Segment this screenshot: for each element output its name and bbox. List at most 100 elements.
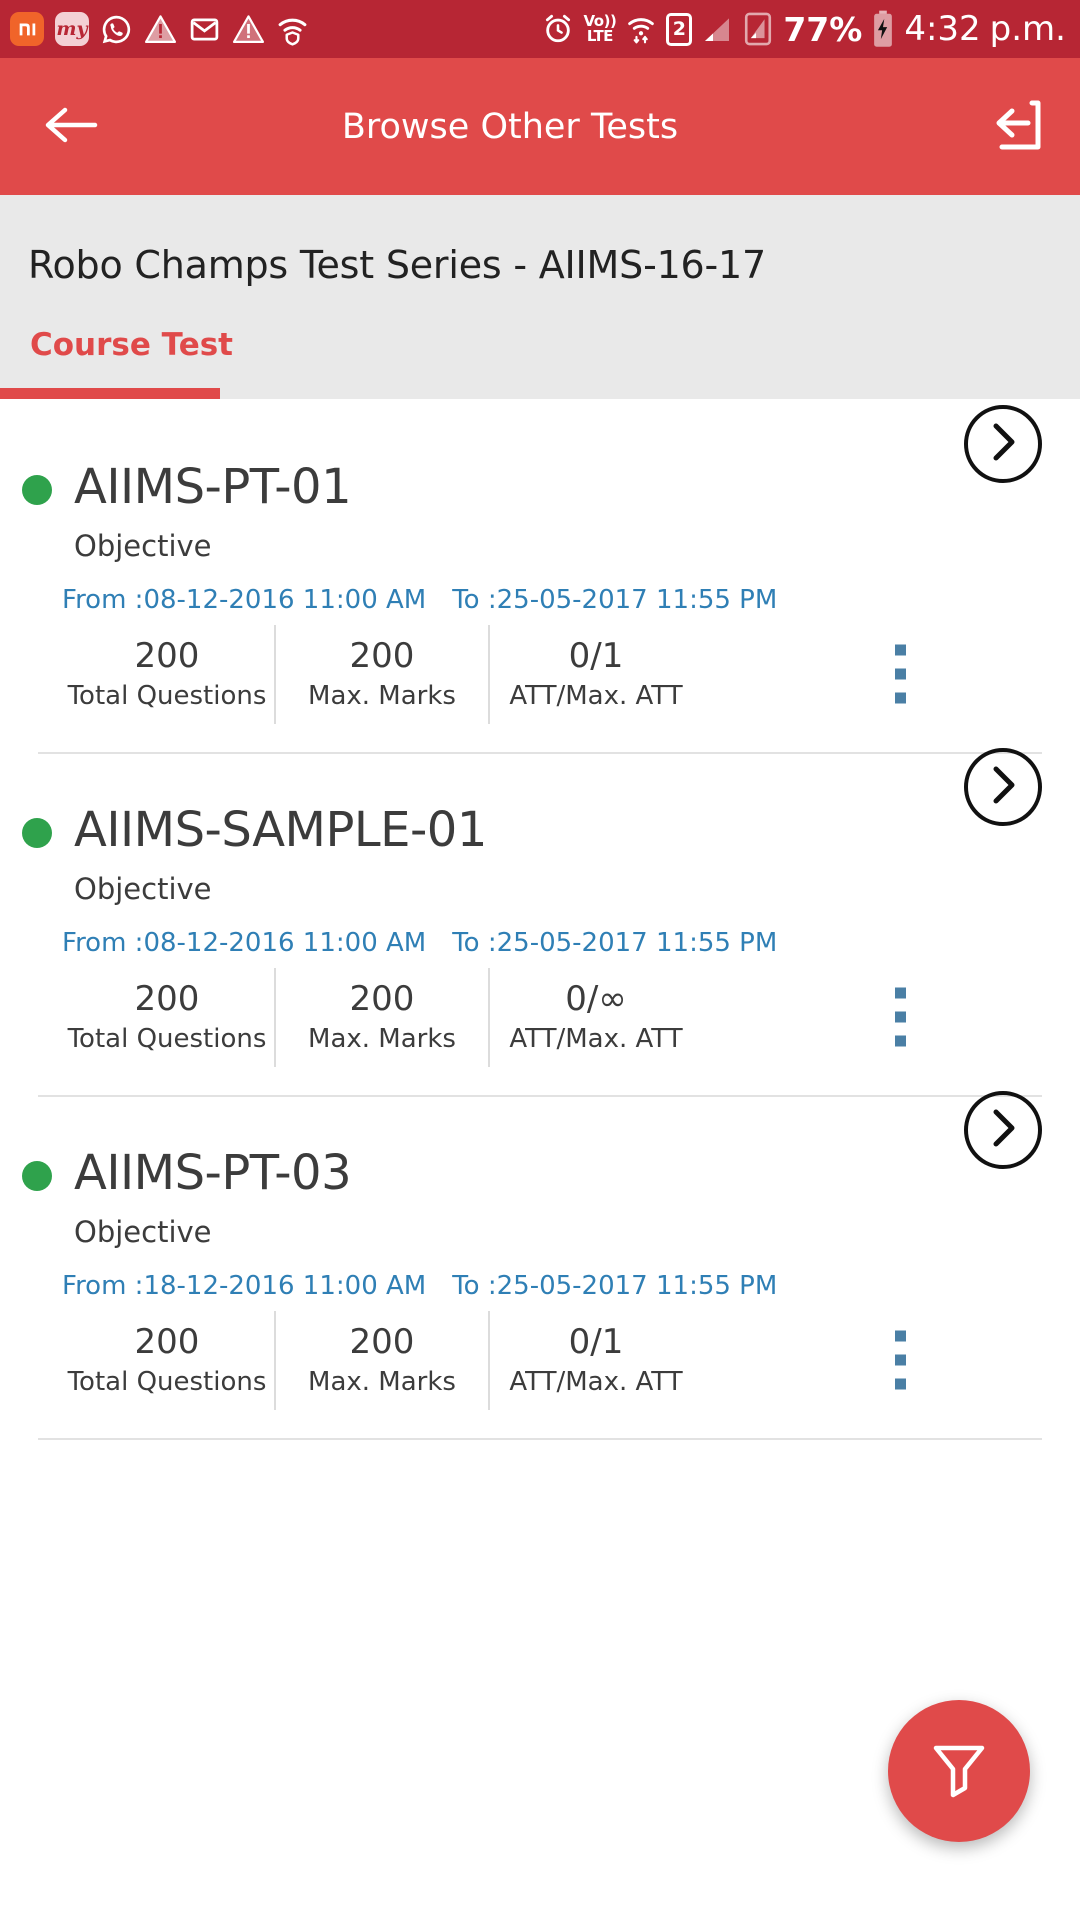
test-date-range: From :08-12-2016 11:00 AM To :25-05-2017 … (62, 585, 1080, 615)
stat-max-marks: 200 Max. Marks (274, 625, 488, 724)
wifi-data-icon (625, 13, 657, 45)
status-bar: my Vo)) LTE 2 77% 4:32 p.m. (0, 0, 1080, 58)
kebab-dot-icon (894, 1378, 906, 1390)
alarm-clock-icon (541, 12, 575, 46)
warning-triangle-icon (144, 13, 177, 46)
stat-total-questions-value: 200 (134, 1321, 200, 1362)
battery-percent: 77% (783, 9, 863, 49)
signal-bars-boxed-icon (742, 12, 774, 46)
sim-number: 2 (672, 17, 686, 40)
test-type: Objective (74, 1214, 212, 1249)
warning-triangle-icon-2 (232, 13, 265, 46)
test-stats: 200 Total Questions 200 Max. Marks 0/1 A… (60, 1310, 906, 1410)
stat-total-questions-value: 200 (134, 978, 200, 1019)
stat-attempts-label: ATT/Max. ATT (509, 681, 683, 712)
stat-attempts: 0/∞ ATT/Max. ATT (488, 967, 702, 1067)
kebab-dot-icon (894, 987, 906, 999)
stat-attempts-label: ATT/Max. ATT (509, 1366, 683, 1397)
test-type: Objective (74, 529, 212, 563)
sim-2-icon: 2 (666, 12, 693, 46)
list-item[interactable]: AIIMS-PT-01 Objective From :08-12-2016 1… (0, 405, 1080, 754)
tab-course-test[interactable]: Course Test (0, 299, 263, 399)
whatsapp-icon (100, 13, 133, 46)
signal-bars-icon (701, 13, 733, 45)
test-date-range: From :08-12-2016 11:00 AM To :25-05-2017 … (62, 928, 1080, 958)
status-bar-left-icons: my (10, 12, 309, 46)
overflow-menu-button[interactable] (870, 987, 930, 1047)
stat-max-marks-value: 200 (349, 1321, 415, 1362)
test-date-from: From :08-12-2016 11:00 AM (62, 585, 427, 615)
tab-bar: Course Test (0, 299, 1080, 399)
test-stats: 200 Total Questions 200 Max. Marks 0/∞ A… (60, 967, 906, 1067)
test-card-header: AIIMS-PT-01 (0, 405, 1080, 515)
kebab-dot-icon (894, 644, 906, 656)
stat-total-questions-value: 200 (134, 636, 200, 676)
stat-total-questions: 200 Total Questions (60, 625, 274, 724)
filter-fab-button[interactable] (888, 1700, 1030, 1842)
chevron-right-icon (986, 421, 1020, 467)
stat-max-marks-value: 200 (349, 636, 415, 676)
mi-icon (10, 12, 44, 46)
gmail-icon (188, 13, 221, 46)
app-bar-title: Browse Other Tests (341, 106, 679, 147)
status-bar-right-icons: Vo)) LTE 2 77% 4:32 p.m. (541, 9, 1066, 49)
open-test-button[interactable] (964, 747, 1042, 826)
kebab-dot-icon (894, 1011, 906, 1023)
stat-total-questions-label: Total Questions (67, 681, 267, 712)
my-icon: my (55, 12, 89, 46)
test-date-from: From :18-12-2016 11:00 AM (62, 1270, 427, 1301)
app-bar: Browse Other Tests (0, 58, 1080, 195)
test-type: Objective (74, 871, 212, 906)
chevron-right-icon (986, 1107, 1020, 1153)
list-item[interactable]: AIIMS-SAMPLE-01 Objective From :08-12-20… (0, 747, 1080, 1097)
battery-charging-icon (871, 10, 895, 48)
stat-attempts: 0/1 ATT/Max. ATT (488, 625, 702, 724)
test-name: AIIMS-PT-01 (74, 459, 352, 515)
test-stats: 200 Total Questions 200 Max. Marks 0/1 A… (60, 625, 906, 724)
test-date-to: To :25-05-2017 11:55 PM (452, 927, 778, 958)
filter-funnel-icon (928, 1738, 990, 1804)
volte-indicator: Vo)) LTE (584, 14, 617, 44)
stat-total-questions: 200 Total Questions (60, 968, 274, 1067)
overflow-menu-button[interactable] (870, 1330, 930, 1390)
overflow-menu-button[interactable] (870, 644, 930, 704)
stat-total-questions: 200 Total Questions (60, 1311, 274, 1410)
volte-line-2: LTE (586, 27, 614, 45)
clock-meridiem: p.m. (989, 9, 1066, 49)
stat-attempts-value: 0/1 (568, 1321, 624, 1362)
stat-max-marks-label: Max. Marks (308, 681, 456, 712)
stat-total-questions-label: Total Questions (67, 1023, 267, 1054)
test-list: AIIMS-PT-01 Objective From :08-12-2016 1… (0, 399, 1080, 1440)
test-date-range: From :18-12-2016 11:00 AM To :25-05-2017 … (62, 1271, 1080, 1301)
open-test-button[interactable] (964, 405, 1042, 483)
test-name: AIIMS-PT-03 (74, 1144, 352, 1201)
list-item[interactable]: AIIMS-PT-03 Objective From :18-12-2016 1… (0, 1090, 1080, 1440)
page-title: Robo Champs Test Series - AIIMS-16-17 (28, 243, 766, 287)
share-button[interactable] (980, 92, 1050, 162)
stat-attempts-value: 0/1 (568, 636, 624, 676)
wifi-shield-icon (276, 13, 309, 46)
tab-course-test-label: Course Test (30, 327, 233, 363)
test-date-to: To :25-05-2017 11:55 PM (452, 585, 778, 615)
test-card-header: AIIMS-PT-03 (0, 1090, 1080, 1201)
stat-max-marks-value: 200 (349, 978, 415, 1019)
kebab-dot-icon (894, 1035, 906, 1047)
stat-total-questions-label: Total Questions (67, 1366, 267, 1397)
stat-max-marks-label: Max. Marks (308, 1023, 456, 1054)
chevron-right-icon (986, 764, 1020, 810)
tab-active-indicator (0, 388, 220, 399)
stat-max-marks: 200 Max. Marks (274, 967, 488, 1067)
kebab-dot-icon (894, 692, 906, 704)
test-name: AIIMS-SAMPLE-01 (74, 801, 487, 858)
course-header: Robo Champs Test Series - AIIMS-16-17 Co… (0, 195, 1080, 399)
clock-time: 4:32 (904, 9, 981, 49)
status-dot-icon (22, 817, 52, 848)
list-divider (38, 1437, 1042, 1440)
test-date-to: To :25-05-2017 11:55 PM (452, 1270, 778, 1301)
stat-max-marks: 200 Max. Marks (274, 1310, 488, 1410)
stat-max-marks-label: Max. Marks (308, 1366, 456, 1397)
my-icon-text: my (56, 18, 88, 40)
open-test-button[interactable] (964, 1090, 1042, 1169)
share-reply-icon (988, 97, 1042, 157)
kebab-dot-icon (894, 1330, 906, 1342)
